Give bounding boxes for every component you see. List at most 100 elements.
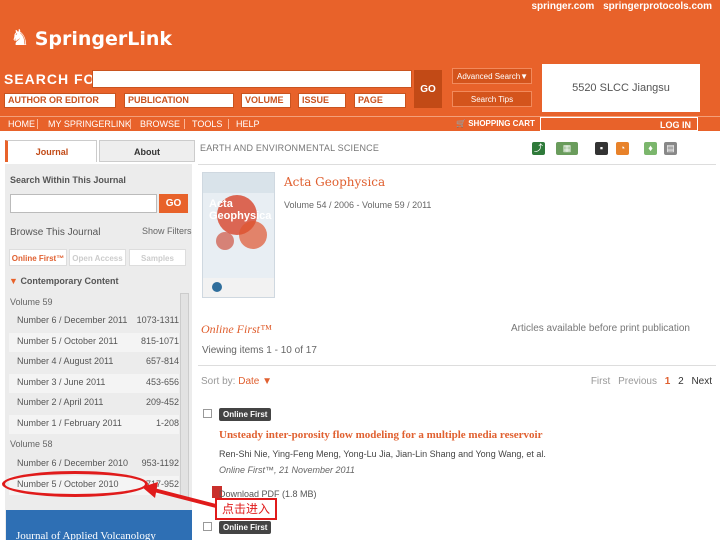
article-published: Online First™, 21 November 2011 xyxy=(219,465,355,475)
publication-field[interactable]: PUBLICATION xyxy=(124,93,234,108)
search-go-button[interactable]: GO xyxy=(414,70,442,108)
nav-browse[interactable]: BROWSE xyxy=(140,117,180,131)
cart-icon: 🛒 xyxy=(456,119,466,128)
sort-label: Sort by: xyxy=(201,376,236,387)
list-item[interactable]: Number 1 / February 2011 1-208 xyxy=(9,415,179,434)
issue-name: Number 6 / December 2011 xyxy=(17,315,128,325)
nav-home[interactable]: HOME xyxy=(8,117,35,131)
nav-my-springerlink[interactable]: MY SPRINGERLINK xyxy=(48,117,131,131)
list-item[interactable]: Number 4 / August 2011 657-814 xyxy=(9,353,179,372)
show-filters-link[interactable]: Show Filters xyxy=(142,226,192,236)
filter-online-first[interactable]: Online First™ xyxy=(9,249,67,266)
article-title-link[interactable]: Unsteady inter-porosity flow modeling fo… xyxy=(219,429,542,441)
divider xyxy=(198,365,716,366)
online-first-badge: Online First xyxy=(219,521,272,534)
cover-title-line2: Geophysica xyxy=(209,210,272,222)
search-tips-button[interactable]: Search Tips xyxy=(452,91,532,107)
article-checkbox[interactable] xyxy=(203,409,212,418)
issue-name: Number 1 / February 2011 xyxy=(17,418,122,428)
current-page: 1 xyxy=(664,376,671,387)
viewing-count: Viewing items 1 - 10 of 17 xyxy=(202,345,317,356)
logo[interactable]: ♞ SpringerLink xyxy=(10,26,172,51)
page-2-link[interactable]: 2 xyxy=(678,376,684,387)
article-checkbox[interactable] xyxy=(203,522,212,531)
volume-field[interactable]: VOLUME xyxy=(241,93,291,108)
previous-page-link[interactable]: Previous xyxy=(618,376,657,387)
divider xyxy=(198,164,716,165)
cart-label: SHOPPING CART xyxy=(468,119,535,128)
search-input[interactable] xyxy=(92,70,412,88)
print-icon[interactable]: ▤ xyxy=(664,142,677,155)
search-within-heading: Search Within This Journal xyxy=(10,175,126,185)
rss-icon[interactable]: ◔ xyxy=(616,142,629,155)
list-item[interactable]: Number 3 / June 2011 453-656 xyxy=(9,374,179,393)
pagination: First Previous 1 2 Next xyxy=(586,376,712,387)
shopping-cart-link[interactable]: 🛒 SHOPPING CART xyxy=(456,117,535,131)
list-item[interactable]: Number 2 / April 2011 209-452 xyxy=(9,394,179,413)
author-field[interactable]: AUTHOR OR EDITOR xyxy=(4,93,116,108)
alert-icon[interactable]: ♦ xyxy=(644,142,657,155)
issue-pages: 815-1071 xyxy=(140,336,179,346)
volume-label[interactable]: Volume 59 xyxy=(10,297,53,307)
journal-search-input[interactable] xyxy=(10,194,157,213)
filter-samples[interactable]: Samples xyxy=(129,249,186,266)
institution-name: 5520 SLCC Jiangsu xyxy=(572,82,670,94)
springer-horse-icon: ♞ xyxy=(10,26,30,51)
top-links: springer.com springerprotocols.com xyxy=(526,1,713,12)
issue-pages: 1073-1311 xyxy=(136,315,179,325)
login-button[interactable]: LOG IN xyxy=(540,117,698,131)
issue-name: Number 4 / August 2011 xyxy=(17,356,114,366)
issue-pages: 209-452 xyxy=(145,397,179,407)
subject-label: EARTH AND ENVIRONMENTAL SCIENCE xyxy=(200,143,380,153)
nav-divider xyxy=(37,119,38,129)
share-icon[interactable]: ⤴ xyxy=(532,142,545,155)
rss-feed-icon[interactable]: ▦ xyxy=(556,142,578,155)
issue-name: Number 2 / April 2011 xyxy=(17,397,104,407)
issue-field[interactable]: ISSUE xyxy=(298,93,346,108)
filter-open-access[interactable]: Open Access xyxy=(69,249,126,266)
volume-label[interactable]: Volume 58 xyxy=(10,439,53,449)
list-item[interactable]: Number 6 / December 2011 1073-1311 xyxy=(9,312,179,331)
page-field[interactable]: PAGE xyxy=(354,93,406,108)
springerprotocols-link[interactable]: springerprotocols.com xyxy=(603,1,712,12)
advanced-search-label: Advanced Search xyxy=(457,72,521,81)
journal-cover[interactable]: Acta Geophysica xyxy=(202,172,275,298)
tab-about[interactable]: About xyxy=(99,140,195,162)
browse-heading: Browse This Journal xyxy=(10,227,101,238)
nav-tools[interactable]: TOOLS xyxy=(192,117,222,131)
journal-search-go-button[interactable]: GO xyxy=(159,194,188,213)
volume-range: Volume 54 / 2006 - Volume 59 / 2011 xyxy=(284,200,432,210)
issue-name: Number 3 / June 2011 xyxy=(17,377,106,387)
list-item[interactable]: Number 5 / October 2011 815-1071 xyxy=(9,333,179,352)
nav-help[interactable]: HELP xyxy=(236,117,260,131)
journal-title[interactable]: Acta Geophysica xyxy=(284,175,385,189)
ad-text: Journal of Applied Volcanology xyxy=(16,530,156,540)
arrow-icon xyxy=(142,482,217,508)
nav-divider xyxy=(184,119,185,129)
issue-pages: 1-208 xyxy=(155,418,179,428)
contemporary-label: Contemporary Content xyxy=(20,276,119,286)
issue-name: Number 6 / December 2010 xyxy=(17,458,129,468)
cover-title: Acta Geophysica xyxy=(209,198,271,222)
sort-value[interactable]: Date ▼ xyxy=(238,376,272,387)
springer-com-link[interactable]: springer.com xyxy=(532,1,595,12)
contemporary-toggle[interactable]: ▼ Contemporary Content xyxy=(9,276,118,286)
sidebar-scrollbar[interactable] xyxy=(180,293,189,498)
highlight-ellipse xyxy=(2,471,148,497)
nav-divider xyxy=(130,119,131,129)
next-page-link[interactable]: Next xyxy=(691,376,712,387)
institution-box: 5520 SLCC Jiangsu xyxy=(542,64,700,112)
issue-name: Number 5 / October 2011 xyxy=(17,336,118,346)
issue-pages: 953-1192 xyxy=(141,458,179,468)
logo-text: SpringerLink xyxy=(34,27,173,50)
chevron-down-icon: ▼ xyxy=(520,72,528,81)
tab-journal[interactable]: Journal xyxy=(5,140,97,162)
callout-label: 点击进入 xyxy=(215,498,278,520)
sort-control[interactable]: Sort by: Date ▼ xyxy=(201,376,272,387)
online-first-description: Articles available before print publicat… xyxy=(511,323,690,334)
save-icon[interactable]: ▪ xyxy=(595,142,608,155)
first-page-link[interactable]: First xyxy=(591,376,610,387)
advanced-search-dropdown[interactable]: Advanced Search ▼ xyxy=(452,68,532,84)
nav-divider xyxy=(228,119,229,129)
cover-title-line1: Acta xyxy=(209,198,233,210)
